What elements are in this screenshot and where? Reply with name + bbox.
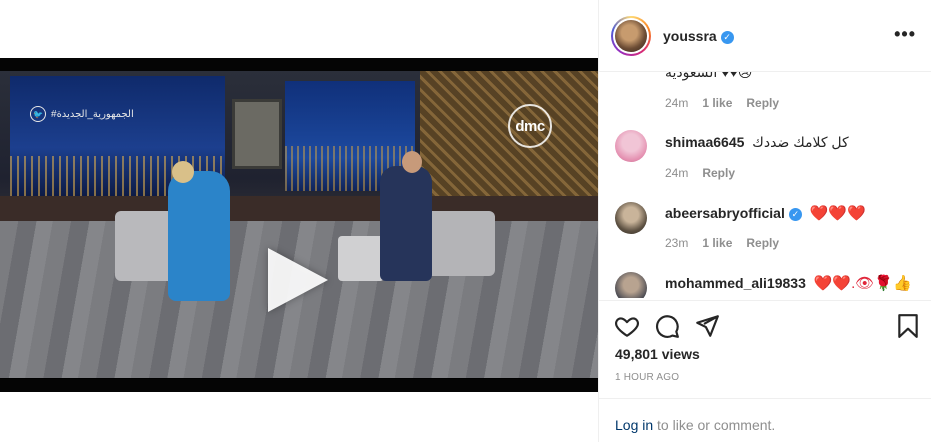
list-item: shimaa6645 كل كلامك ضددك	[665, 134, 849, 151]
video-frame: 🐦 #الجمهورية_الجديدة dmc	[0, 71, 598, 378]
author-username[interactable]: youssra ✓	[663, 28, 734, 44]
comment-meta: 23m 1 like Reply	[665, 236, 779, 250]
comments-list[interactable]: السعودية ♥♥😢 24m 1 like Reply shimaa6645…	[599, 72, 931, 298]
comment-username[interactable]: abeersabryofficial	[665, 205, 785, 221]
guest-head	[172, 161, 194, 183]
comment-meta: 24m 1 like Reply	[665, 96, 779, 110]
avatar[interactable]	[615, 272, 647, 298]
channel-logo: dmc	[508, 104, 552, 148]
comment-username[interactable]: shimaa6645	[665, 134, 744, 150]
heart-icon[interactable]	[614, 313, 640, 339]
verified-badge-icon: ✓	[720, 31, 734, 44]
studio-stage	[0, 196, 598, 221]
reply-button[interactable]: Reply	[702, 166, 735, 180]
letterbox-bottom	[0, 379, 598, 392]
comment-time[interactable]: 23m	[665, 236, 688, 250]
login-link[interactable]: Log in	[615, 417, 653, 433]
comment-likes[interactable]: 1 like	[702, 236, 732, 250]
share-icon[interactable]	[694, 313, 720, 339]
username-text[interactable]: youssra	[663, 28, 717, 44]
comment-text: كل كلامك ضددك	[752, 134, 849, 150]
comment-meta: 24m Reply	[665, 166, 735, 180]
profile-photo	[615, 20, 647, 52]
host-figure	[380, 166, 432, 281]
avatar[interactable]	[615, 202, 647, 234]
ellipsis-icon[interactable]: •••	[894, 24, 916, 45]
comment-time[interactable]: 24m	[665, 96, 688, 110]
post-header: youssra ✓ •••	[599, 0, 931, 72]
avatar[interactable]	[615, 130, 647, 162]
side-table	[338, 236, 384, 281]
reply-button[interactable]: Reply	[746, 96, 779, 110]
verified-badge-icon: ✓	[788, 208, 802, 221]
comment-time[interactable]: 24m	[665, 166, 688, 180]
view-count[interactable]: 49,801 views	[615, 346, 700, 362]
guest-figure	[168, 171, 230, 301]
letterbox-top	[0, 58, 598, 71]
login-prompt-text: to like or comment.	[653, 417, 776, 433]
reply-button[interactable]: Reply	[746, 236, 779, 250]
bookmark-icon[interactable]	[895, 313, 921, 339]
post-panel: youssra ✓ ••• السعودية ♥♥😢 24m 1 like Rep…	[598, 0, 931, 442]
list-item: abeersabryofficial ✓ ❤️❤️❤️	[665, 204, 866, 222]
comment-icon[interactable]	[654, 313, 680, 339]
channel-handle-text: #الجمهورية_الجديدة	[51, 108, 134, 120]
comment-text: ❤️❤️❤️	[809, 205, 866, 222]
post-timestamp[interactable]: 1 HOUR AGO	[615, 372, 679, 383]
twitter-icon: 🐦	[30, 106, 46, 122]
play-icon[interactable]	[268, 248, 328, 312]
comment-username[interactable]: mohammed_ali19833	[665, 275, 806, 291]
action-bar	[599, 300, 931, 352]
media-area: 🐦 #الجمهورية_الجديدة dmc	[0, 0, 598, 442]
comment-likes[interactable]: 1 like	[702, 96, 732, 110]
comment-text: ❤️❤️.👁🌹👍	[813, 275, 912, 292]
avatar[interactable]	[611, 16, 651, 56]
channel-handle-overlay: 🐦 #الجمهورية_الجديدة	[30, 105, 134, 123]
studio-artwork	[232, 99, 282, 169]
video-player[interactable]: 🐦 #الجمهورية_الجديدة dmc	[0, 58, 598, 392]
login-prompt: Log in to like or comment.	[599, 398, 931, 442]
list-item: mohammed_ali19833 ❤️❤️.👁🌹👍	[665, 274, 912, 292]
host-head	[402, 151, 422, 173]
studio-lattice-wall	[420, 71, 598, 206]
